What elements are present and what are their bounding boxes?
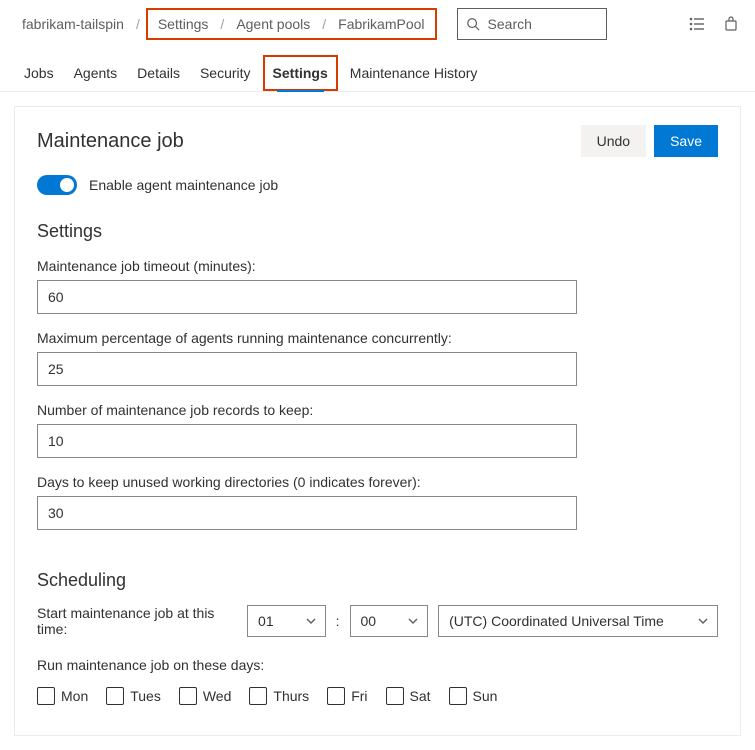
timeout-label: Maintenance job timeout (minutes): (37, 258, 718, 274)
tab-agents[interactable]: Agents (66, 55, 126, 91)
search-container (457, 8, 607, 40)
list-icon[interactable] (689, 16, 705, 32)
chevron-down-icon (697, 615, 709, 627)
checkbox-icon (327, 687, 345, 705)
checkbox-icon (106, 687, 124, 705)
day-sun[interactable]: Sun (449, 687, 498, 705)
timezone-select[interactable]: (UTC) Coordinated Universal Time (438, 605, 718, 637)
undo-button[interactable]: Undo (581, 125, 646, 157)
timeout-input[interactable] (37, 280, 577, 314)
search-box[interactable] (457, 8, 607, 40)
checkbox-icon (249, 687, 267, 705)
day-label: Sat (410, 688, 431, 704)
breadcrumb-highlight: Settings / Agent pools / FabrikamPool (146, 8, 437, 40)
checkbox-icon (37, 687, 55, 705)
max-percent-label: Maximum percentage of agents running mai… (37, 330, 718, 346)
days-keep-label: Days to keep unused working directories … (37, 474, 718, 490)
breadcrumb-sep: / (134, 16, 142, 32)
panel-header: Maintenance job Undo Save (37, 125, 718, 157)
start-time-label: Start maintenance job at this time: (37, 605, 237, 637)
day-label: Sun (473, 688, 498, 704)
days-label: Run maintenance job on these days: (37, 657, 718, 673)
chevron-down-icon (305, 615, 317, 627)
tab-jobs[interactable]: Jobs (16, 55, 62, 91)
top-bar: fabrikam-tailspin / Settings / Agent poo… (0, 0, 755, 48)
bag-icon[interactable] (723, 16, 739, 32)
breadcrumb-pool-name[interactable]: FabrikamPool (332, 12, 430, 36)
enable-maintenance-label: Enable agent maintenance job (89, 177, 278, 193)
panel-title: Maintenance job (37, 130, 184, 153)
panel-actions: Undo Save (581, 125, 718, 157)
timezone-value: (UTC) Coordinated Universal Time (449, 613, 664, 629)
enable-maintenance-toggle[interactable] (37, 175, 77, 195)
day-label: Wed (203, 688, 232, 704)
settings-section-title: Settings (37, 221, 718, 242)
top-icons (689, 16, 739, 32)
chevron-down-icon (407, 615, 419, 627)
checkbox-icon (386, 687, 404, 705)
tab-maintenance-history[interactable]: Maintenance History (342, 55, 486, 91)
day-label: Thurs (273, 688, 309, 704)
scheduling-section-title: Scheduling (37, 570, 718, 591)
search-icon (466, 17, 480, 31)
tab-security[interactable]: Security (192, 55, 259, 91)
records-keep-input[interactable] (37, 424, 577, 458)
days-keep-input[interactable] (37, 496, 577, 530)
breadcrumb-sep: / (320, 16, 328, 32)
schedule-time-row: Start maintenance job at this time: 01 :… (37, 605, 718, 637)
day-mon[interactable]: Mon (37, 687, 88, 705)
day-label: Tues (130, 688, 161, 704)
day-fri[interactable]: Fri (327, 687, 367, 705)
time-separator: : (336, 613, 340, 629)
enable-toggle-row: Enable agent maintenance job (37, 175, 718, 195)
checkbox-icon (179, 687, 197, 705)
day-label: Mon (61, 688, 88, 704)
breadcrumb-agent-pools[interactable]: Agent pools (230, 12, 316, 36)
settings-panel: Maintenance job Undo Save Enable agent m… (14, 106, 741, 736)
breadcrumb-sep: / (218, 16, 226, 32)
tab-bar: Jobs Agents Details Security Settings Ma… (0, 48, 755, 92)
day-tues[interactable]: Tues (106, 687, 161, 705)
hour-value: 01 (258, 613, 274, 629)
tab-settings[interactable]: Settings (263, 55, 338, 91)
tab-details[interactable]: Details (129, 55, 188, 91)
breadcrumb-org[interactable]: fabrikam-tailspin (16, 12, 130, 36)
records-keep-label: Number of maintenance job records to kee… (37, 402, 718, 418)
hour-select[interactable]: 01 (247, 605, 326, 637)
search-input[interactable] (486, 15, 598, 33)
day-label: Fri (351, 688, 367, 704)
checkbox-icon (449, 687, 467, 705)
minute-value: 00 (361, 613, 377, 629)
day-thurs[interactable]: Thurs (249, 687, 309, 705)
breadcrumb: fabrikam-tailspin / Settings / Agent poo… (16, 8, 437, 40)
day-sat[interactable]: Sat (386, 687, 431, 705)
breadcrumb-settings[interactable]: Settings (152, 12, 215, 36)
days-row: Mon Tues Wed Thurs Fri Sat Sun (37, 687, 718, 705)
minute-select[interactable]: 00 (350, 605, 429, 637)
max-percent-input[interactable] (37, 352, 577, 386)
save-button[interactable]: Save (654, 125, 718, 157)
day-wed[interactable]: Wed (179, 687, 232, 705)
